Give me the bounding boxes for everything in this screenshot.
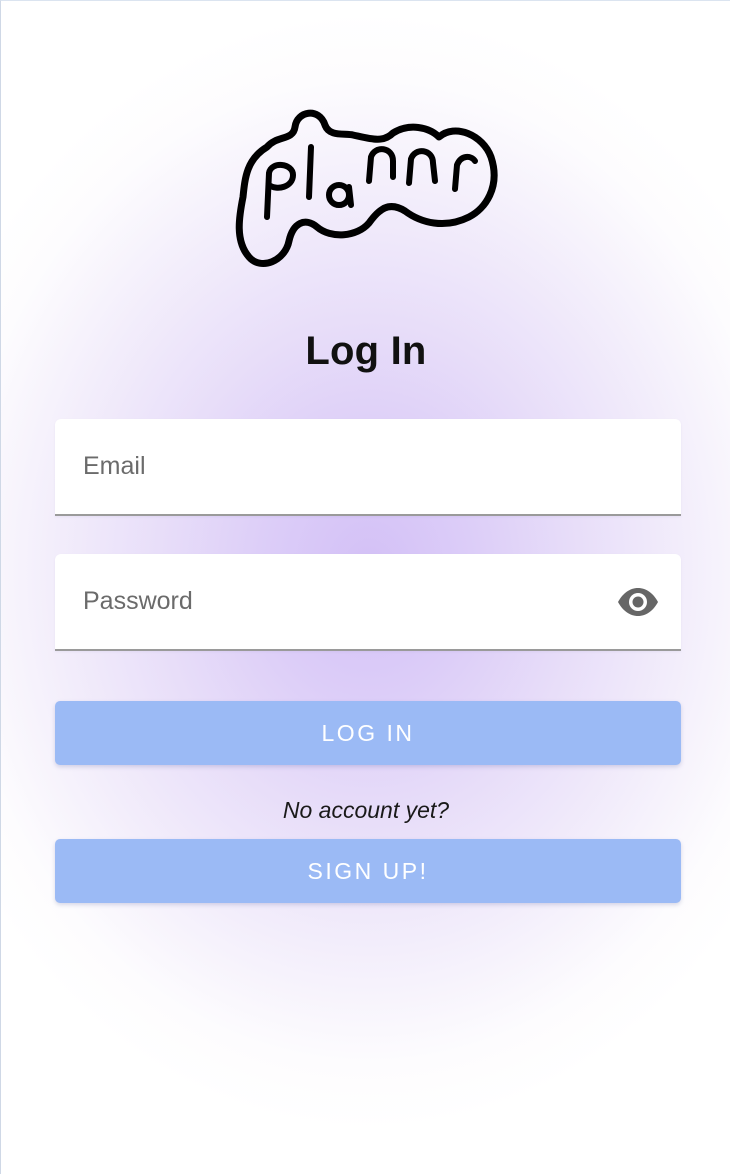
email-field[interactable] [55,419,681,516]
password-field[interactable] [55,554,681,651]
email-input[interactable] [83,419,603,514]
login-button[interactable]: LOG IN [55,701,681,765]
no-account-text: No account yet? [282,797,450,823]
login-screen: Log In LOG IN No account yet? SIGN UP! [0,0,730,1174]
eye-icon[interactable] [617,587,659,617]
page-title: Log In [305,329,427,373]
password-input[interactable] [83,554,603,649]
signup-button[interactable]: SIGN UP! [55,839,681,903]
plannr-logo [233,105,503,273]
